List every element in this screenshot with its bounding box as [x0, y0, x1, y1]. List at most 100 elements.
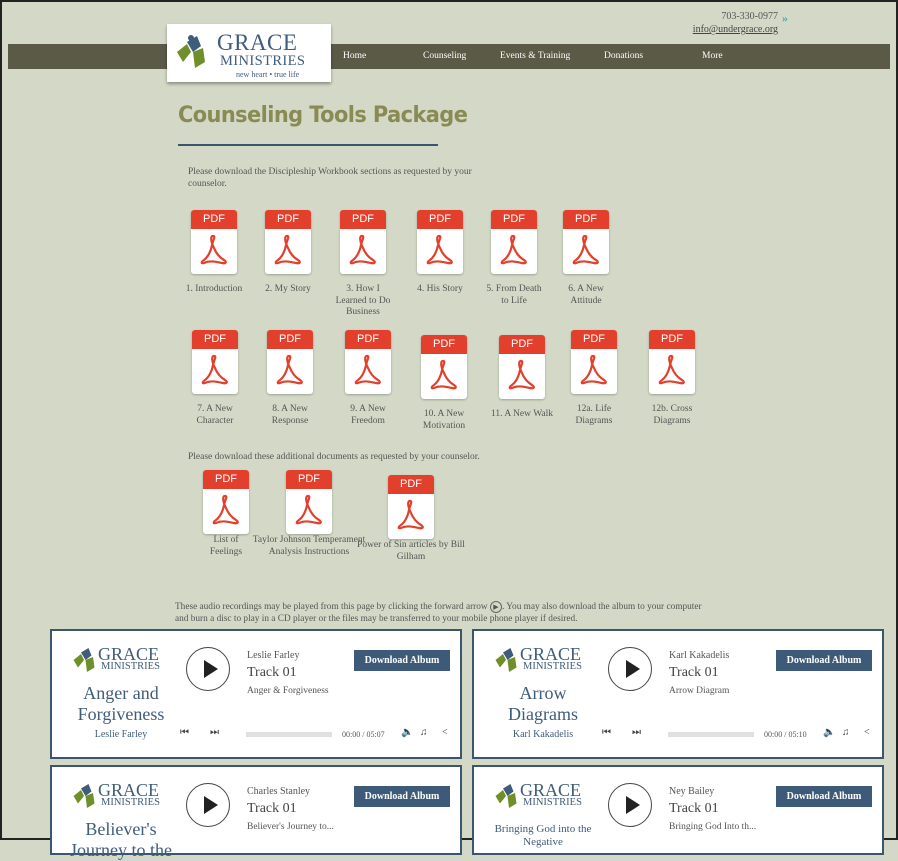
playlist-icon[interactable]: ♫ — [842, 727, 850, 738]
pdf-badge: PDF — [192, 330, 238, 349]
audio-player-card: GRACE MINISTRIES Bringing God into the Neg… — [472, 765, 884, 855]
pdf-label[interactable]: 12b. Cross Diagrams — [644, 404, 700, 427]
acrobat-icon — [295, 494, 322, 525]
pdf-badge: PDF — [265, 210, 311, 229]
contact-info: 703-330-0977 info@undergrace.org — [654, 10, 778, 36]
acrobat-icon — [508, 359, 535, 390]
pdf-badge: PDF — [563, 210, 609, 229]
acrobat-icon — [572, 234, 599, 265]
album-art-title: Believer's Journey to the — [70, 819, 172, 860]
pdf-download-pdfs_row1-2[interactable]: PDF — [265, 210, 311, 274]
pdf-badge: PDF — [340, 210, 386, 229]
progress-bar[interactable] — [246, 732, 332, 737]
album-art-title: Anger and Forgiveness — [77, 683, 165, 724]
download-album-button[interactable]: Download Album — [776, 786, 872, 807]
grace-logo-icon — [495, 784, 517, 808]
pdf-badge: PDF — [267, 330, 313, 349]
album-art-title: Arrow Diagrams — [508, 683, 578, 724]
pdf-badge: PDF — [388, 475, 434, 494]
nav-home[interactable]: Home — [343, 51, 366, 61]
pdf-download-pdfs_row3-3[interactable]: PDF — [388, 475, 434, 539]
album-art-author: Karl Kakadelis — [512, 729, 574, 740]
logo-line2: MINISTRIES — [220, 53, 306, 69]
chevron-right-icon[interactable]: » — [782, 11, 788, 26]
logo-tagline: new heart • true life — [236, 70, 300, 79]
play-button[interactable] — [186, 783, 230, 827]
track-title: Track 01 — [247, 801, 297, 816]
acrobat-icon — [397, 499, 424, 530]
playlist-icon[interactable]: ♫ — [420, 727, 428, 738]
pdf-label[interactable]: Power of Sin articles by Bill Gilham — [356, 540, 466, 563]
pdf-label[interactable]: 8. A New Response — [262, 404, 318, 427]
volume-icon[interactable]: 🔈 — [401, 727, 413, 738]
play-button[interactable] — [608, 647, 652, 691]
pdf-download-pdfs_row2-7[interactable]: PDF — [649, 330, 695, 394]
pdf-badge: PDF — [649, 330, 695, 349]
pdf-download-pdfs_row3-2[interactable]: PDF — [286, 470, 332, 534]
download-album-button[interactable]: Download Album — [776, 650, 872, 671]
pdf-label[interactable]: 12a. Life Diagrams — [566, 404, 622, 427]
pdf-label[interactable]: List of Feelings — [198, 535, 254, 558]
artist-name: Karl Kakadelis — [669, 650, 730, 661]
nav-donations[interactable]: Donations — [604, 51, 643, 61]
pdf-label[interactable]: Taylor Johnson Temperament Analysis Inst… — [249, 535, 369, 558]
pdf-label[interactable]: 5. From Death to Life — [484, 284, 544, 307]
share-icon[interactable]: < — [442, 727, 448, 738]
pdf-download-pdfs_row1-3[interactable]: PDF — [340, 210, 386, 274]
pdf-badge: PDF — [571, 330, 617, 349]
pdf-download-pdfs_row2-2[interactable]: PDF — [267, 330, 313, 394]
pdf-label[interactable]: 3. How I Learned to Do Business — [333, 284, 393, 319]
pdf-badge: PDF — [499, 335, 545, 354]
album-art-author: Leslie Farley — [94, 729, 148, 740]
download-album-button[interactable]: Download Album — [354, 786, 450, 807]
pdf-download-pdfs_row1-5[interactable]: PDF — [491, 210, 537, 274]
pdf-badge: PDF — [417, 210, 463, 229]
nav-counseling[interactable]: Counseling — [423, 51, 466, 61]
previous-track-icon[interactable]: ⏮ — [602, 727, 611, 738]
pdf-download-pdfs_row2-1[interactable]: PDF — [192, 330, 238, 394]
pdf-label[interactable]: 7. A New Character — [185, 404, 245, 427]
play-button[interactable] — [186, 647, 230, 691]
pdf-download-pdfs_row2-6[interactable]: PDF — [571, 330, 617, 394]
acrobat-icon — [580, 354, 607, 385]
pdf-download-pdfs_row2-4[interactable]: PDF — [421, 335, 467, 399]
play-button[interactable] — [608, 783, 652, 827]
download-album-button[interactable]: Download Album — [354, 650, 450, 671]
nav-events-training[interactable]: Events & Training — [500, 51, 570, 61]
track-title: Track 01 — [669, 665, 719, 680]
pdf-download-pdfs_row2-3[interactable]: PDF — [345, 330, 391, 394]
acrobat-icon — [274, 234, 301, 265]
email-link[interactable]: info@undergrace.org — [654, 23, 778, 36]
progress-bar[interactable] — [668, 732, 754, 737]
pdf-badge: PDF — [421, 335, 467, 354]
additional-intro: Please download these additional documen… — [188, 452, 480, 462]
share-icon[interactable]: < — [864, 727, 870, 738]
pdf-download-pdfs_row2-5[interactable]: PDF — [499, 335, 545, 399]
track-title: Track 01 — [247, 665, 297, 680]
next-track-icon[interactable]: ⏭ — [210, 727, 219, 738]
pdf-label[interactable]: 6. A New Attitude — [558, 284, 614, 307]
pdf-badge: PDF — [191, 210, 237, 229]
acrobat-icon — [354, 354, 381, 385]
pdf-label[interactable]: 10. A New Motivation — [414, 409, 474, 432]
previous-track-icon[interactable]: ⏮ — [180, 727, 189, 738]
grace-logo-icon — [73, 784, 95, 808]
pdf-label[interactable]: 2. My Story — [260, 284, 316, 296]
pdf-badge: PDF — [286, 470, 332, 489]
acrobat-icon — [430, 359, 457, 390]
next-track-icon[interactable]: ⏭ — [632, 727, 641, 738]
grace-logo-icon — [177, 35, 205, 68]
pdf-download-pdfs_row1-1[interactable]: PDF — [191, 210, 237, 274]
artist-name: Charles Stanley — [247, 786, 311, 797]
grace-ministries-logo: GRACE MINISTRIES — [488, 779, 598, 813]
pdf-label[interactable]: 4. His Story — [415, 284, 465, 296]
pdf-download-pdfs_row1-4[interactable]: PDF — [417, 210, 463, 274]
pdf-download-pdfs_row3-1[interactable]: PDF — [203, 470, 249, 534]
nav-more[interactable]: More — [702, 51, 723, 61]
pdf-label[interactable]: 11. A New Walk — [484, 409, 560, 421]
pdf-download-pdfs_row1-6[interactable]: PDF — [563, 210, 609, 274]
site-logo[interactable]: GRACE MINISTRIES new heart • true life — [167, 24, 331, 82]
pdf-label[interactable]: 9. A New Freedom — [340, 404, 396, 427]
volume-icon[interactable]: 🔈 — [823, 727, 835, 738]
pdf-label[interactable]: 1. Introduction — [179, 284, 249, 296]
